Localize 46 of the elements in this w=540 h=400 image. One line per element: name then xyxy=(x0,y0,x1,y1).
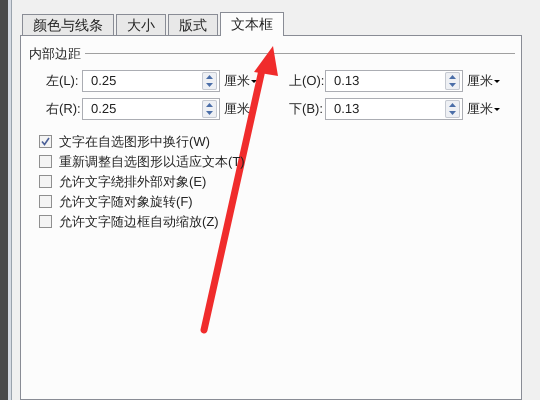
check-icon xyxy=(41,137,50,146)
checkbox[interactable] xyxy=(39,175,52,188)
up-arrow-icon xyxy=(206,103,213,107)
up-arrow-icon xyxy=(206,75,213,79)
checkbox[interactable] xyxy=(39,135,52,148)
field-value: 0.13 xyxy=(334,72,360,90)
checkbox-label: 允许文字随对象旋转(F) xyxy=(59,192,193,211)
tab[interactable]: 版式 xyxy=(168,14,218,35)
caret-icon xyxy=(494,108,500,110)
down-arrow-icon xyxy=(449,83,456,87)
checkbox-label: 允许文字绕排外部对象(E) xyxy=(59,172,206,191)
field-label: 右(R): xyxy=(45,100,82,118)
up-arrow-icon xyxy=(449,75,456,79)
field-label: 左(L): xyxy=(45,72,80,90)
down-arrow-icon xyxy=(206,111,213,115)
tab[interactable]: 颜色与线条 xyxy=(22,14,114,35)
checkbox[interactable] xyxy=(39,195,52,208)
field-value: 0.13 xyxy=(334,100,360,118)
checkbox[interactable] xyxy=(39,215,52,228)
unit-dropdown[interactable]: 厘米 xyxy=(224,99,264,119)
checkbox[interactable] xyxy=(39,155,52,168)
caret-icon xyxy=(494,80,500,82)
number-field[interactable]: 0.13 xyxy=(325,98,463,120)
spinner[interactable] xyxy=(445,100,460,118)
field-label: 上(O): xyxy=(288,72,325,90)
field-value: 0.25 xyxy=(91,100,118,118)
number-field[interactable]: 0.25 xyxy=(82,98,220,120)
field-value: 0.25 xyxy=(91,72,118,90)
down-arrow-icon xyxy=(449,111,456,115)
spinner[interactable] xyxy=(445,72,460,90)
unit-dropdown[interactable]: 厘米 xyxy=(467,71,507,91)
down-arrow-icon xyxy=(206,83,213,87)
tab[interactable]: 文本框 xyxy=(220,12,284,36)
spinner[interactable] xyxy=(202,72,217,90)
field-label: 下(B): xyxy=(288,100,324,118)
tab[interactable]: 大小 xyxy=(116,14,166,35)
group-title: 内部边距 xyxy=(29,45,81,63)
caret-icon xyxy=(251,80,257,82)
number-field[interactable]: 0.13 xyxy=(325,70,463,92)
checkbox-label: 文字在自选图形中换行(W) xyxy=(59,132,210,151)
unit-dropdown[interactable]: 厘米 xyxy=(467,99,507,119)
unit-dropdown[interactable]: 厘米 xyxy=(224,71,264,91)
number-field[interactable]: 0.25 xyxy=(82,70,220,92)
checkbox-label: 允许文字随边框自动缩放(Z) xyxy=(59,212,219,231)
spinner[interactable] xyxy=(202,100,217,118)
up-arrow-icon xyxy=(449,103,456,107)
